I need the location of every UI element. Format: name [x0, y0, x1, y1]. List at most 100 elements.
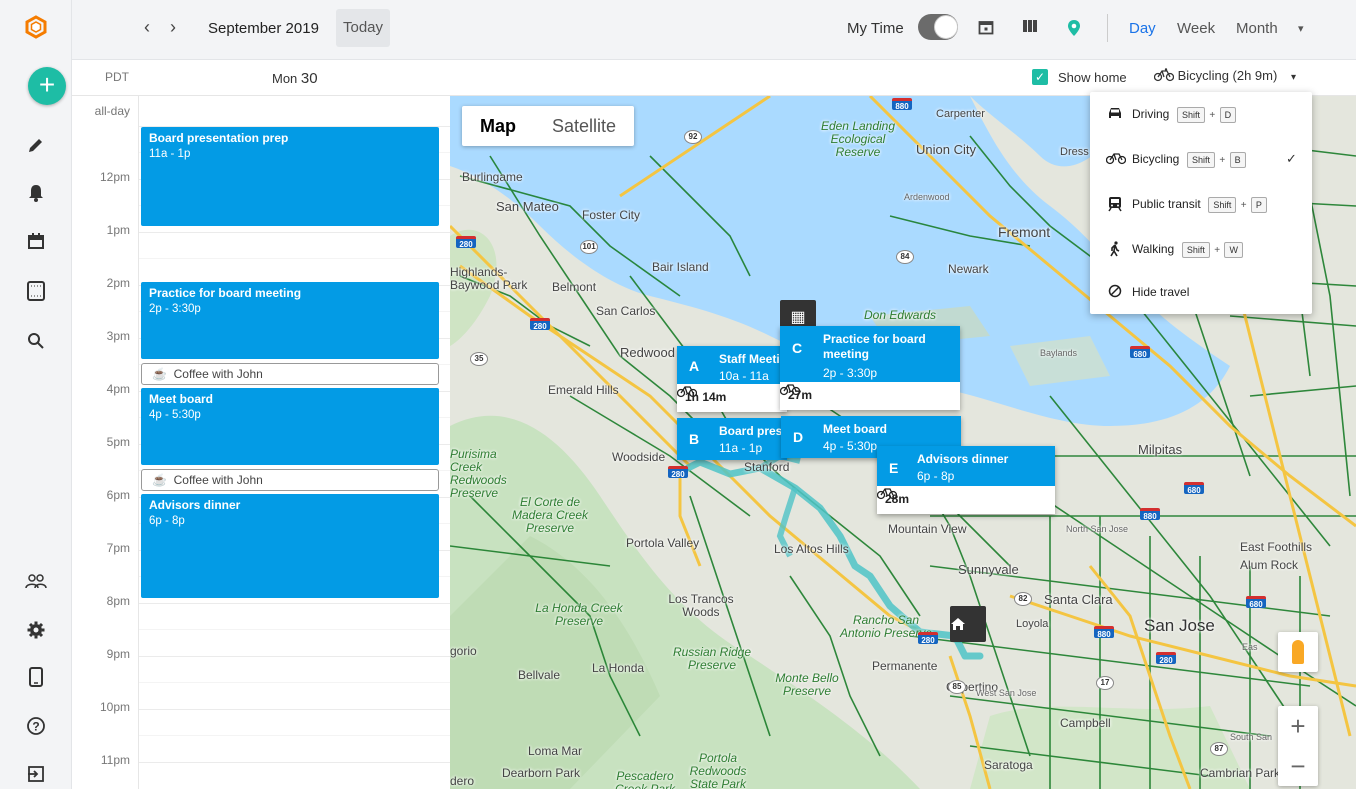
event-advisors-dinner[interactable]: Advisors dinner 6p - 8p — [141, 494, 439, 598]
hour-label: 1pm — [106, 223, 130, 237]
map-label: Foster City — [582, 208, 641, 222]
all-day-label: all-day — [94, 104, 130, 118]
travel-mode-dropdown[interactable]: Bicycling (2h 9m) ▾ — [1153, 68, 1296, 83]
menu-item-walking[interactable]: Walking Shift + W — [1090, 227, 1312, 271]
map-label: Pescadero Creek Park — [614, 769, 676, 789]
map-label: Belmont — [552, 280, 597, 294]
event-meet-board[interactable]: Meet board 4p - 5:30p — [141, 388, 439, 465]
street-view-pegman-icon[interactable] — [1278, 632, 1318, 672]
checkmark-icon: ✓ — [1286, 151, 1297, 166]
event-card-b[interactable]: B Board presentation prep 11a - 1p — [677, 418, 858, 460]
home-pin-icon[interactable] — [950, 606, 986, 642]
map-label: Milpitas — [1138, 442, 1183, 457]
menu-item-hide-travel[interactable]: Hide travel — [1090, 270, 1312, 314]
calendar-day-icon[interactable] — [977, 19, 995, 37]
map-label: Emerald Hills — [548, 383, 619, 397]
timezone-label: PDT — [105, 70, 129, 84]
travel-block[interactable]: ☕ Coffee with John — [141, 363, 439, 385]
view-day[interactable]: Day — [1129, 20, 1156, 37]
map-label: Bellvale — [518, 668, 561, 682]
columns-icon[interactable] — [1021, 19, 1039, 37]
map-label: West San Jose — [976, 688, 1037, 698]
bell-icon[interactable] — [23, 180, 49, 206]
menu-item-driving[interactable]: Driving Shift + D — [1090, 92, 1312, 136]
next-arrow-icon[interactable]: › — [170, 17, 176, 38]
map-label: El Corte de Madera Creek Preserve — [511, 495, 589, 535]
notes-icon[interactable] — [23, 278, 49, 304]
day-column[interactable]: Board presentation prep 11a - 1p Practic… — [138, 96, 450, 789]
zoom-control: + − — [1278, 706, 1318, 786]
mobile-phone-icon[interactable] — [23, 664, 49, 690]
block-icon — [1106, 284, 1124, 302]
map-type-map-button[interactable]: Map — [462, 106, 534, 146]
event-board-presentation-prep[interactable]: Board presentation prep 11a - 1p — [141, 127, 439, 226]
menu-item-public-transit[interactable]: Public transit Shift + P — [1090, 182, 1312, 226]
day-calendar: all-day 12pm 1pm 2pm 3pm 4pm 5pm 6pm 7pm… — [72, 96, 450, 789]
zoom-out-button[interactable]: − — [1278, 746, 1318, 786]
my-time-label: My Time — [847, 20, 904, 37]
pencil-icon[interactable] — [23, 132, 49, 158]
my-time-toggle[interactable] — [918, 14, 958, 40]
show-home-checkbox[interactable]: ✓ — [1032, 69, 1048, 85]
views-dropdown-caret-icon[interactable]: ▾ — [1298, 22, 1304, 35]
current-month: September 2019 — [208, 20, 319, 37]
highway-shield: 17 — [1096, 676, 1114, 690]
map-label: Carpenter — [936, 108, 985, 120]
highway-shield: 680 — [1246, 596, 1266, 609]
walk-icon — [1106, 241, 1124, 259]
bicycle-icon — [677, 386, 697, 398]
event-card-a[interactable]: A Staff Meeting 10a - 11a 1h 14m — [677, 346, 794, 412]
map-label: Cambrian Park — [1200, 766, 1281, 780]
help-icon[interactable]: ? — [23, 713, 49, 739]
map-label: gorio — [450, 644, 477, 658]
map-label: Russian Ridge Preserve — [672, 645, 752, 672]
car-icon — [1106, 106, 1124, 124]
map-label: Portola Valley — [626, 536, 700, 550]
view-week[interactable]: Week — [1177, 20, 1215, 37]
search-icon[interactable] — [23, 328, 49, 354]
map-label: Bair Island — [652, 260, 709, 274]
map-label: Burlingame — [462, 170, 523, 184]
highway-shield: 880 — [1140, 508, 1160, 521]
map-label: Stanford — [744, 460, 790, 474]
settings-gear-icon[interactable] — [23, 617, 49, 643]
app-logo-icon[interactable] — [23, 14, 49, 40]
event-card-c[interactable]: C Practice for board meeting 2p - 3:30p … — [780, 326, 960, 410]
map-type-control: Map Satellite — [462, 106, 634, 146]
map-pin-icon[interactable] — [1065, 19, 1083, 37]
prev-arrow-icon[interactable]: ‹ — [144, 17, 150, 38]
map-label: Portola Redwoods State Park — [689, 751, 747, 789]
sign-out-icon[interactable] — [23, 761, 49, 787]
map-label: Union City — [916, 142, 976, 157]
view-month[interactable]: Month — [1236, 20, 1278, 37]
map-label: Baylands — [1040, 348, 1078, 358]
highway-shield: 680 — [1130, 346, 1150, 359]
travel-block[interactable]: ☕ Coffee with John — [141, 469, 439, 491]
travel-time: 28m — [877, 486, 1055, 514]
map-label: Ardenwood — [904, 192, 950, 202]
hour-label: 10pm — [99, 700, 130, 714]
event-practice-board-meeting[interactable]: Practice for board meeting 2p - 3:30p — [141, 282, 439, 359]
map-label: Santa Clara — [1044, 592, 1113, 607]
add-event-button[interactable]: + — [28, 67, 66, 105]
travel-time: 1h 14m — [677, 384, 787, 412]
map-label: Sunnyvale — [958, 562, 1019, 577]
zoom-in-button[interactable]: + — [1278, 706, 1318, 746]
coffee-icon: ☕ — [152, 367, 167, 381]
menu-item-bicycling[interactable]: Bicycling Shift + B ✓ — [1090, 137, 1312, 181]
bicycle-icon — [1105, 151, 1127, 169]
calendar-add-icon[interactable] — [23, 228, 49, 254]
highway-shield: 280 — [530, 318, 550, 331]
hour-label: 2pm — [106, 276, 130, 290]
today-button[interactable]: Today — [336, 9, 390, 47]
map-type-satellite-button[interactable]: Satellite — [534, 106, 634, 146]
map-label: dero — [450, 774, 475, 788]
left-rail: + ? — [0, 0, 72, 789]
highway-shield: 101 — [580, 240, 598, 254]
event-card-e[interactable]: E Advisors dinner 6p - 8p 28m — [877, 446, 1055, 514]
highway-shield: 280 — [918, 632, 938, 645]
hour-label: 7pm — [106, 541, 130, 555]
train-icon — [1106, 196, 1124, 214]
hour-label: 4pm — [106, 382, 130, 396]
people-icon[interactable] — [23, 568, 49, 594]
